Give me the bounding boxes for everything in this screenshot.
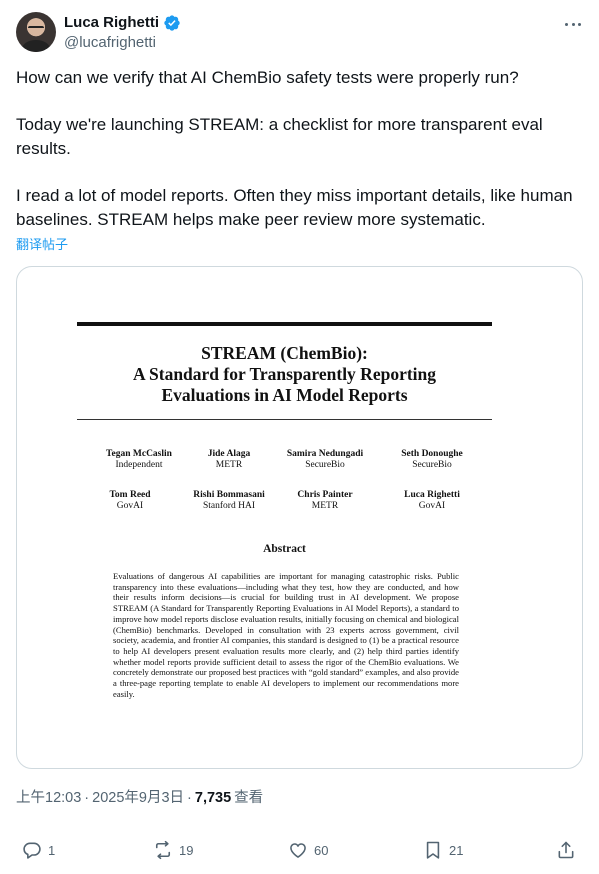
abstract-heading: Abstract — [263, 543, 306, 555]
tweet-paragraph: I read a lot of model reports. Often the… — [16, 186, 573, 229]
author-name: Luca Righetti — [404, 490, 460, 500]
author-name: Chris Painter — [297, 490, 353, 500]
paper-image: STREAM (ChemBio): A Standard for Transpa… — [17, 267, 582, 768]
paper-title-line: A Standard for Transparently Reporting — [132, 364, 437, 384]
avatar[interactable] — [16, 12, 56, 52]
reply-button[interactable]: 1 — [22, 836, 55, 864]
reply-icon — [23, 842, 41, 859]
author-affiliation: GovAI — [418, 501, 446, 511]
repost-count: 19 — [179, 842, 194, 858]
paper-title-rule — [77, 419, 492, 420]
reply-count: 1 — [48, 842, 56, 858]
paper-author: Seth Donoughe SecureBio — [372, 449, 492, 471]
repost-icon — [155, 840, 171, 860]
tweet-text: How can we verify that AI ChemBio safety… — [16, 66, 583, 232]
abstract-body: Evaluations of dangerous AI capabilities… — [113, 571, 459, 699]
paper-author: Samira Nedungadi SecureBio — [265, 449, 385, 471]
meta-separator: · — [84, 790, 90, 806]
tweet-header: Luca Righetti @lucafrighetti — [16, 12, 583, 56]
like-button[interactable]: 60 — [288, 836, 328, 864]
paper-title: STREAM (ChemBio): A Standard for Transpa… — [77, 343, 492, 406]
author-affiliation: SecureBio — [412, 460, 452, 470]
share-button[interactable] — [556, 836, 576, 864]
verified-badge-icon — [164, 15, 180, 31]
tweet-date[interactable]: 2025年9月3日 — [92, 788, 184, 808]
bookmark-count: 21 — [449, 842, 464, 858]
paper-top-rule — [77, 322, 492, 326]
views-count: 7,735 — [194, 790, 232, 806]
tweet-paragraph: How can we verify that AI ChemBio safety… — [16, 68, 519, 87]
bookmark-icon — [426, 841, 440, 859]
paper-title-line: Evaluations in AI Model Reports — [161, 385, 408, 405]
author-affiliation: SecureBio — [305, 460, 345, 470]
tweet-meta: 上午12:03 · 2025年9月3日 · 7,735 查看 — [16, 788, 263, 808]
action-bar: 1 19 60 21 — [16, 836, 583, 864]
more-icon[interactable] — [563, 14, 583, 34]
repost-button[interactable]: 19 — [153, 836, 193, 864]
paper-author: Chris Painter METR — [265, 490, 385, 512]
share-icon — [558, 841, 574, 859]
like-count: 60 — [314, 842, 329, 858]
tweet-paragraph: Today we're launching STREAM: a checklis… — [16, 115, 543, 158]
avatar-shirt — [22, 40, 50, 52]
meta-separator: · — [187, 790, 192, 806]
bookmark-button[interactable]: 21 — [423, 836, 463, 864]
display-name[interactable]: Luca Righetti — [64, 13, 159, 33]
author-affiliation: METR — [311, 501, 339, 511]
author-name: Seth Donoughe — [401, 449, 463, 459]
media-card[interactable]: STREAM (ChemBio): A Standard for Transpa… — [16, 266, 583, 769]
avatar-glasses — [28, 26, 44, 30]
name-row: Luca Righetti — [64, 13, 181, 33]
tweet-time[interactable]: 上午12:03 — [16, 788, 81, 808]
author-name: Samira Nedungadi — [286, 449, 364, 459]
paper-author: Luca Righetti GovAI — [372, 490, 492, 512]
paper-title-line: STREAM (ChemBio): — [201, 343, 368, 363]
views-label: 查看 — [234, 790, 264, 806]
translate-link[interactable]: 翻译帖子 — [16, 237, 68, 253]
like-icon — [290, 843, 306, 858]
handle[interactable]: @lucafrighetti — [64, 33, 156, 53]
